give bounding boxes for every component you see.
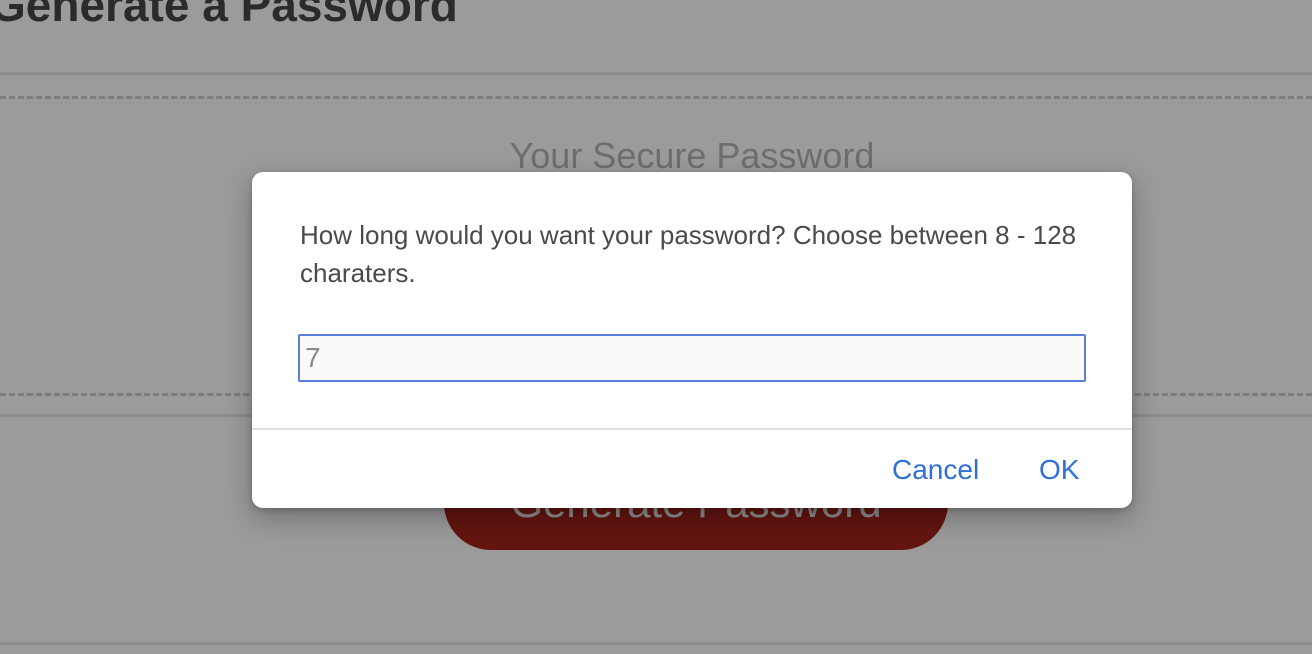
cancel-button[interactable]: Cancel xyxy=(892,448,979,492)
password-length-input[interactable] xyxy=(298,334,1086,382)
divider xyxy=(0,642,1312,645)
dialog-divider xyxy=(252,428,1132,430)
page-title: Generate a Password xyxy=(0,0,458,31)
ok-button[interactable]: OK xyxy=(1039,448,1079,492)
divider xyxy=(0,72,1312,75)
dialog-message: How long would you want your password? C… xyxy=(300,220,1077,288)
prompt-dialog: How long would you want your password? C… xyxy=(252,172,1132,508)
card-header: Your Secure Password xyxy=(509,135,875,176)
